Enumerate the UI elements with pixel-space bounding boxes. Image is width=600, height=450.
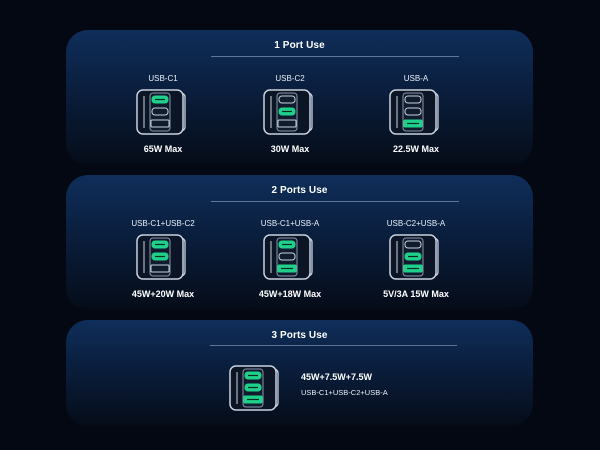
usb-c2-power: 30W Max <box>270 144 310 154</box>
usb-c1-power: 65W Max <box>143 144 183 154</box>
one-port-title: 1 Port Use <box>274 40 325 51</box>
usb-a-option: USB-A 22.5W Max <box>361 74 471 154</box>
three-ports-label: USB-C1+USB-C2+USB-A <box>301 388 388 397</box>
usb-c1-c2-label: USB-C1+USB-C2 <box>131 219 195 228</box>
one-port-panel: 1 Port Use USB-C1 65W Max USB-C2 30W Max… <box>66 30 533 165</box>
usb-c1-c2-option: USB-C1+USB-C2 45W+20W Max <box>108 219 218 299</box>
usb-c2-a-power: 5V/3A 15W Max <box>383 289 449 299</box>
charger-port-diagram-icon <box>263 89 313 135</box>
usb-c1-a-power: 45W+18W Max <box>258 289 322 299</box>
charger-port-diagram-icon <box>389 89 439 135</box>
usb-c1-a-label: USB-C1+USB-A <box>260 219 320 228</box>
three-ports-title: 3 Ports Use <box>271 330 328 341</box>
three-ports-divider <box>210 345 457 346</box>
usb-c2-a-label: USB-C2+USB-A <box>386 219 446 228</box>
charger-port-diagram-icon <box>229 365 279 411</box>
usb-c1-c2-power: 45W+20W Max <box>131 289 195 299</box>
three-ports-power: 45W+7.5W+7.5W <box>301 372 373 382</box>
three-ports-info: 45W+7.5W+7.5W USB-C1+USB-C2+USB-A <box>301 372 388 397</box>
usb-a-power: 22.5W Max <box>392 144 440 154</box>
two-ports-title: 2 Ports Use <box>271 185 328 196</box>
usb-a-label: USB-A <box>403 74 429 83</box>
charger-port-diagram-icon <box>136 234 186 280</box>
usb-c1-label: USB-C1 <box>148 74 178 83</box>
usb-c1-option: USB-C1 65W Max <box>108 74 218 154</box>
two-ports-panel: 2 Ports Use USB-C1+USB-C2 45W+20W Max US… <box>66 175 533 310</box>
usb-c2-label: USB-C2 <box>275 74 305 83</box>
usb-c1-a-option: USB-C1+USB-A 45W+18W Max <box>235 219 345 299</box>
usb-c2-option: USB-C2 30W Max <box>235 74 345 154</box>
charger-port-diagram-icon <box>136 89 186 135</box>
charger-port-diagram-icon <box>389 234 439 280</box>
charger-port-diagram-icon <box>263 234 313 280</box>
three-ports-panel: 3 Ports Use 45W+7.5W+7.5W USB-C1+USB-C2+… <box>66 320 533 426</box>
usb-c2-a-option: USB-C2+USB-A 5V/3A 15W Max <box>361 219 471 299</box>
two-ports-divider <box>211 201 459 202</box>
one-port-divider <box>211 56 459 57</box>
